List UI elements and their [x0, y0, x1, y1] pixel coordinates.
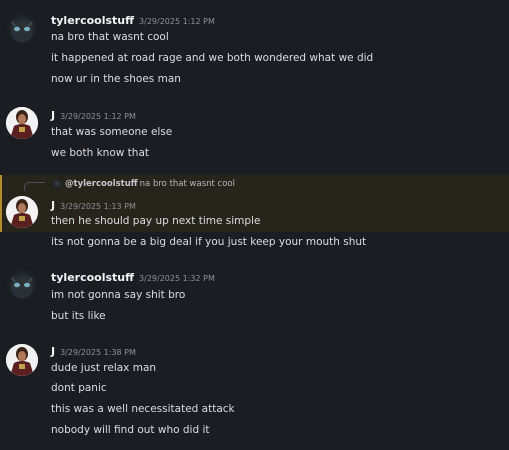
avatar[interactable] — [6, 270, 38, 302]
message-header: tylercoolstuff 3/29/2025 1:32 PM — [51, 268, 215, 284]
message-text: that was someone else — [51, 126, 173, 138]
message-text: na bro that wasnt cool — [51, 31, 169, 43]
message-text: but its like — [51, 310, 106, 322]
message-timestamp[interactable]: 3/29/2025 1:12 PM — [139, 17, 215, 26]
message-header: J 3/29/2025 1:38 PM — [51, 342, 136, 358]
message-group: tylercoolstuff 3/29/2025 1:12 PM na bro t… — [0, 8, 509, 93]
reply-avatar-icon — [52, 178, 62, 189]
avatar[interactable] — [6, 196, 38, 228]
message-group-highlighted: @tylercoolstuff na bro that wasnt cool J3… — [0, 175, 509, 232]
message-text: dude just relax man — [51, 362, 157, 374]
message-group: J 3/29/2025 1:38 PM dude just relax man d… — [0, 338, 509, 444]
message-timestamp[interactable]: 3/29/2025 1:12 PM — [60, 112, 136, 121]
message-group: tylercoolstuff 3/29/2025 1:32 PM im not g… — [0, 264, 509, 328]
avatar[interactable] — [6, 344, 38, 376]
author-name[interactable]: J — [51, 345, 55, 358]
message-text: then he should pay up next time simple — [51, 215, 261, 227]
message-text: its not gonna be a big deal if you just … — [51, 236, 367, 248]
message-header: tylercoolstuff 3/29/2025 1:12 PM — [51, 11, 215, 27]
chat-message-list: tylercoolstuff 3/29/2025 1:12 PM na bro t… — [0, 0, 509, 450]
message-text: this was a well necessitated attack — [51, 403, 235, 415]
message-timestamp[interactable]: 3/29/2025 1:38 PM — [60, 348, 136, 357]
message-text: we both know that — [51, 147, 149, 159]
reply-reference[interactable]: @tylercoolstuff na bro that wasnt cool — [52, 178, 235, 190]
message-text: dont panic — [51, 382, 107, 394]
reply-author[interactable]: @tylercoolstuff — [65, 179, 138, 189]
reply-preview-text[interactable]: na bro that wasnt cool — [140, 179, 235, 189]
author-name[interactable]: J — [51, 199, 55, 212]
author-name[interactable]: tylercoolstuff — [51, 271, 134, 284]
message-text: now ur in the shoes man — [51, 73, 181, 85]
message-text: nobody will find out who did it — [51, 424, 210, 436]
avatar[interactable] — [6, 107, 38, 139]
message-timestamp[interactable]: 3/29/2025 1:13 PM — [60, 202, 136, 211]
message-text: im not gonna say shit bro — [51, 289, 186, 301]
message-group: J 3/29/2025 1:12 PM that was someone else… — [0, 101, 509, 167]
author-name[interactable]: J — [51, 109, 55, 122]
author-name[interactable]: tylercoolstuff — [51, 14, 134, 27]
reply-spine — [24, 182, 45, 191]
avatar[interactable] — [6, 14, 38, 46]
message-text: it happened at road rage and we both won… — [51, 52, 374, 64]
message-timestamp[interactable]: 3/29/2025 1:32 PM — [139, 274, 215, 283]
message-header: J 3/29/2025 1:13 PM — [51, 196, 136, 212]
message-header: J 3/29/2025 1:12 PM — [51, 106, 136, 122]
